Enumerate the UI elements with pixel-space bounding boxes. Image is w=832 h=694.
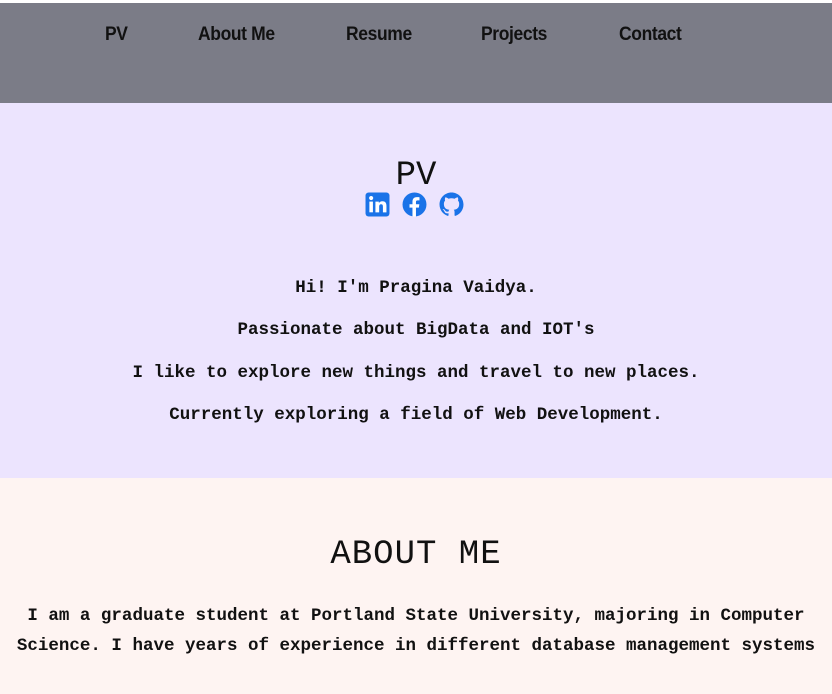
nav-link-pv[interactable]: PV <box>105 22 128 48</box>
linkedin-icon[interactable] <box>365 192 390 217</box>
about-description: I am a graduate student at Portland Stat… <box>16 605 816 656</box>
intro-greeting: Hi! I'm Pragina Vaidya. <box>295 277 537 298</box>
nav-link-contact[interactable]: Contact <box>619 22 682 48</box>
social-links <box>365 192 465 218</box>
nav-link-about-me[interactable]: About Me <box>198 22 275 48</box>
about-title: ABOUT ME <box>330 536 502 575</box>
nav-link-projects[interactable]: Projects <box>481 22 547 48</box>
nav-link-resume[interactable]: Resume <box>346 22 412 48</box>
facebook-icon[interactable] <box>402 192 427 217</box>
intro-passion: Passionate about BigData and IOT's <box>237 319 595 340</box>
github-icon[interactable] <box>439 192 464 217</box>
top-navbar: PV About Me Resume Projects Contact <box>0 3 832 103</box>
hero-section: PV Hi! I'm Pragina Vaidya. Passionate ab… <box>0 103 832 478</box>
about-section: ABOUT ME I am a graduate student at Port… <box>0 478 832 694</box>
hero-title: PV <box>395 156 437 195</box>
intro-hobbies: I like to explore new things and travel … <box>132 362 700 383</box>
intro-current: Currently exploring a field of Web Devel… <box>169 404 663 425</box>
